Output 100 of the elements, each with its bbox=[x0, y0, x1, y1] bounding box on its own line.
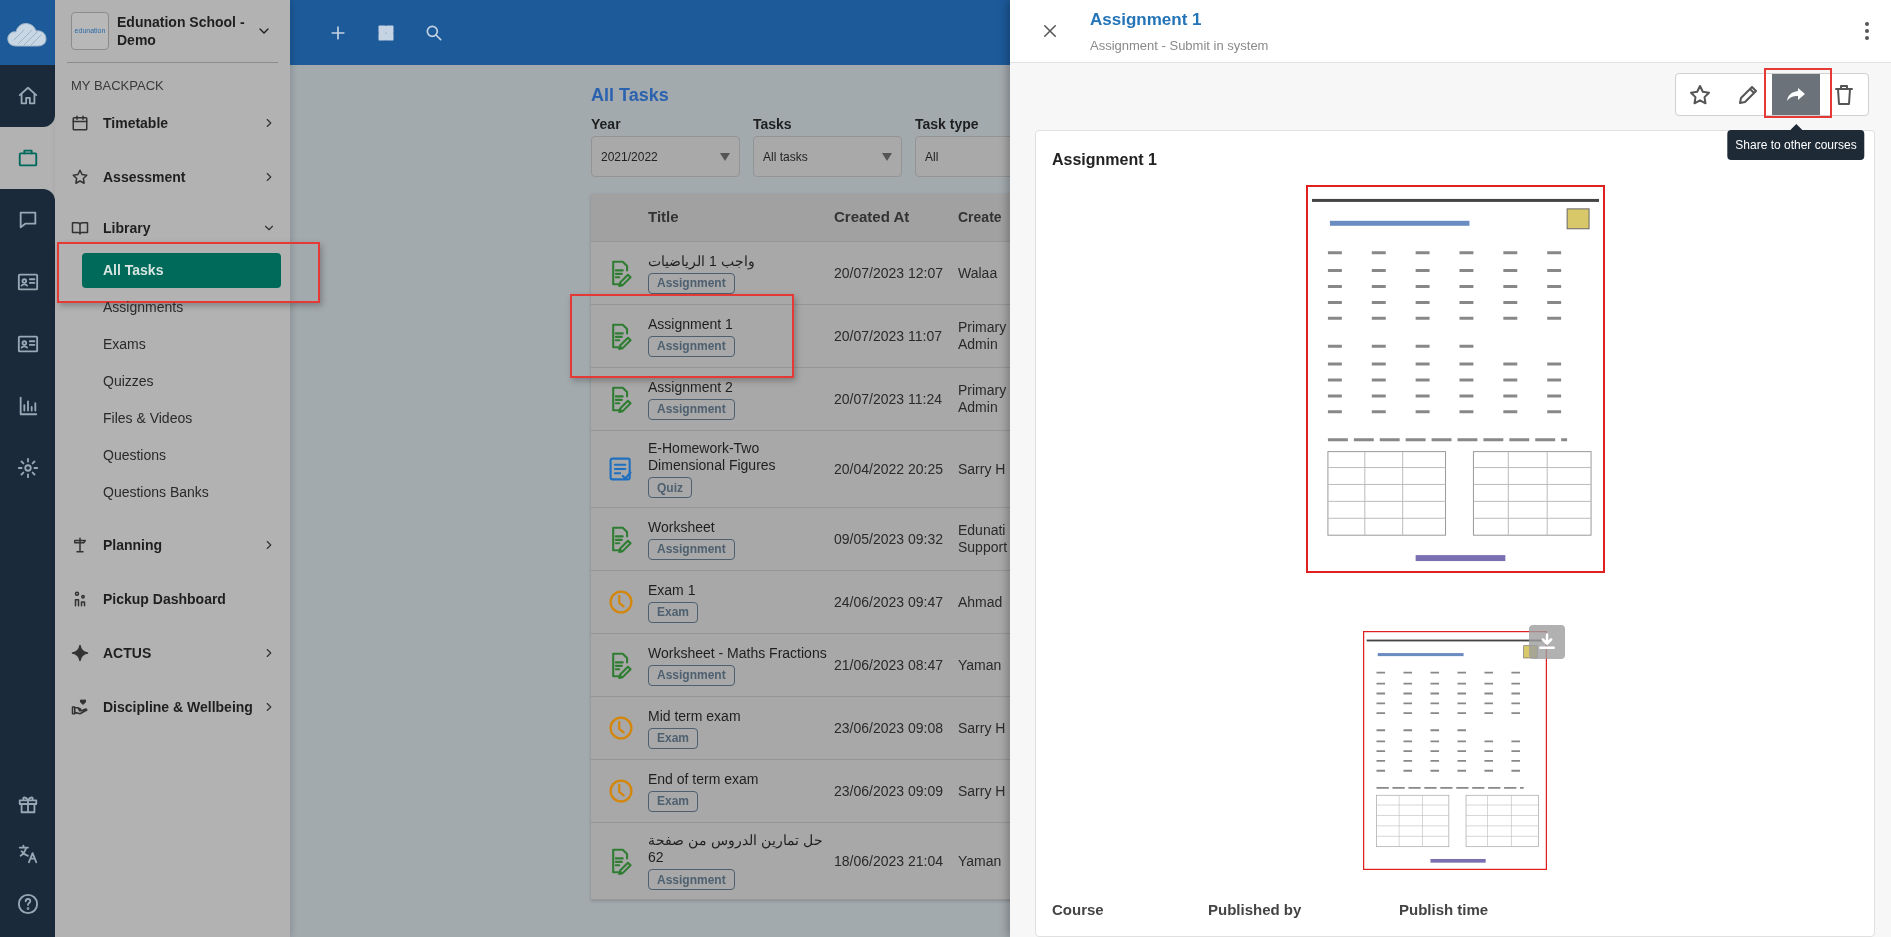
settings-icon bbox=[16, 457, 39, 479]
clock-icon bbox=[607, 777, 634, 805]
table-cell-text: Admin bbox=[958, 399, 999, 416]
home-icon bbox=[16, 85, 39, 107]
trash-icon bbox=[1832, 82, 1856, 107]
table-cell-text: Edunati bbox=[958, 522, 1007, 539]
task-type-tag: Exam bbox=[648, 601, 699, 623]
page-title: All Tasks bbox=[591, 84, 670, 107]
table-cell: Sarry H bbox=[958, 719, 1006, 737]
book-icon bbox=[71, 219, 89, 237]
column-header: Created At bbox=[834, 207, 911, 228]
download-button[interactable] bbox=[1529, 625, 1565, 659]
filter-dropdown[interactable]: All bbox=[915, 136, 1010, 177]
task-title: واجب 1 الرياضيات bbox=[648, 252, 755, 270]
document-check-icon bbox=[607, 455, 634, 483]
clock-icon bbox=[607, 588, 634, 616]
panel-title: Assignment 1 bbox=[1090, 8, 1203, 31]
sidebar-subitem[interactable]: Assignments bbox=[82, 290, 281, 325]
table-cell: Walaa bbox=[958, 264, 998, 282]
task-type-tag: Assignment bbox=[648, 869, 735, 890]
task-title: Exam 1 bbox=[648, 581, 696, 599]
table-cell: Yaman bbox=[958, 852, 1002, 870]
table-cell: Ahmad bbox=[958, 593, 1003, 611]
task-title: Worksheet bbox=[648, 518, 715, 536]
table-cell: Primary bbox=[958, 319, 1007, 336]
task-type-tag: Assignment bbox=[648, 538, 735, 560]
task-title: End of term exam bbox=[648, 770, 759, 788]
table-cell-text: 23/06/2023 09:08 bbox=[834, 718, 944, 738]
signpost-icon bbox=[71, 536, 89, 554]
task-title: Worksheet - Maths Fractions bbox=[648, 644, 827, 662]
table-cell: Support bbox=[958, 539, 1008, 556]
sidebar-item[interactable]: Assessment bbox=[55, 150, 290, 204]
id-card-icon bbox=[16, 333, 39, 355]
table-cell-text: 20/07/2023 11:07 bbox=[834, 326, 943, 346]
sidebar-subitem[interactable]: Files & Videos bbox=[82, 401, 281, 436]
filter-label: Task type bbox=[915, 115, 980, 134]
school-name: Edunation School - Demo bbox=[117, 13, 246, 49]
task-title: حل تمارين الدروس من صفحة 62 bbox=[648, 832, 824, 866]
table-cell-text: 20/07/2023 11:24 bbox=[834, 389, 943, 409]
table-cell: Primary bbox=[958, 382, 1007, 399]
detail-label: Published by bbox=[1208, 900, 1303, 920]
task-type-tag: Assignment bbox=[648, 335, 735, 357]
task-type-tag: Exam bbox=[648, 790, 699, 812]
translate-icon bbox=[16, 843, 39, 865]
task-type-tag: Exam bbox=[648, 727, 699, 749]
table-cell-text: 24/06/2023 09:47 bbox=[834, 592, 944, 612]
card-title: Assignment 1 bbox=[1052, 150, 1157, 170]
detail-label: Publish time bbox=[1399, 900, 1490, 920]
tooltip-pointer-icon bbox=[1790, 124, 1802, 130]
sidebar-subitem[interactable]: All Tasks bbox=[82, 253, 281, 288]
task-title: Assignment 1 bbox=[648, 315, 733, 333]
heart-hand-icon bbox=[71, 698, 89, 716]
filter-label: Tasks bbox=[753, 115, 793, 134]
sidebar-subitem[interactable]: Quizzes bbox=[82, 364, 281, 399]
table-cell: Yaman bbox=[958, 656, 1002, 674]
star-icon bbox=[1688, 82, 1712, 107]
sidebar-item[interactable]: ACTUS bbox=[55, 626, 290, 680]
column-header: Create bbox=[958, 208, 1002, 227]
sidebar-item[interactable]: Discipline & Wellbeing bbox=[55, 680, 290, 734]
task-type-tag: Quiz bbox=[648, 477, 692, 498]
help-icon bbox=[16, 893, 39, 915]
table-cell-text: 20/07/2023 12:07 bbox=[834, 263, 944, 283]
table-cell-text: 18/06/2023 21:04 bbox=[834, 851, 944, 871]
sidebar-subitem[interactable]: Exams bbox=[82, 327, 281, 362]
task-title: Mid term exam bbox=[648, 707, 741, 725]
sidebar-item[interactable]: Library bbox=[55, 204, 290, 252]
table-cell: Sarry H bbox=[958, 782, 1006, 800]
sidebar-item[interactable]: Pickup Dashboard bbox=[55, 572, 290, 626]
sparkle-icon bbox=[71, 644, 89, 662]
task-type-tag: Assignment bbox=[648, 398, 735, 420]
section-label: MY BACKPACK bbox=[70, 77, 165, 95]
table-cell-text: Admin bbox=[958, 336, 999, 353]
sidebar-subitem[interactable]: Questions bbox=[82, 438, 281, 473]
close-icon bbox=[1041, 22, 1059, 40]
table-cell: Sarry H bbox=[958, 460, 1006, 478]
more-vertical-icon bbox=[1864, 21, 1870, 41]
briefcase-icon bbox=[16, 147, 39, 169]
task-type-tag: Assignment bbox=[648, 664, 735, 686]
sidebar-item[interactable]: Planning bbox=[55, 518, 290, 572]
share-button[interactable] bbox=[1772, 74, 1820, 115]
filter-dropdown[interactable]: All tasks bbox=[753, 136, 902, 177]
calendar-icon bbox=[71, 114, 89, 132]
star-icon bbox=[71, 168, 89, 186]
detail-label: Course bbox=[1052, 900, 1105, 920]
filter-dropdown[interactable]: 2021/2022 bbox=[591, 136, 740, 177]
task-type-tag: Assignment bbox=[648, 272, 735, 294]
table-cell-text: 21/06/2023 08:47 bbox=[834, 655, 944, 675]
sidebar-subitem[interactable]: Questions Banks bbox=[82, 475, 281, 510]
task-title: E-Homework-Two Dimensional Figures bbox=[648, 440, 777, 474]
tooltip: Share to other courses bbox=[1727, 130, 1865, 160]
column-header: Title bbox=[647, 207, 680, 228]
clock-icon bbox=[607, 714, 634, 742]
table-cell-text: 23/06/2023 09:09 bbox=[834, 781, 944, 801]
table-cell-text: 20/04/2022 20:25 bbox=[834, 459, 944, 479]
task-title: Assignment 2 bbox=[648, 378, 733, 396]
table-cell-text: 09/05/2023 09:32 bbox=[834, 529, 944, 549]
sidebar-item[interactable]: Timetable bbox=[55, 96, 290, 150]
id-card-icon bbox=[16, 271, 39, 293]
filter-label: Year bbox=[591, 115, 622, 134]
download-icon bbox=[1537, 632, 1557, 652]
